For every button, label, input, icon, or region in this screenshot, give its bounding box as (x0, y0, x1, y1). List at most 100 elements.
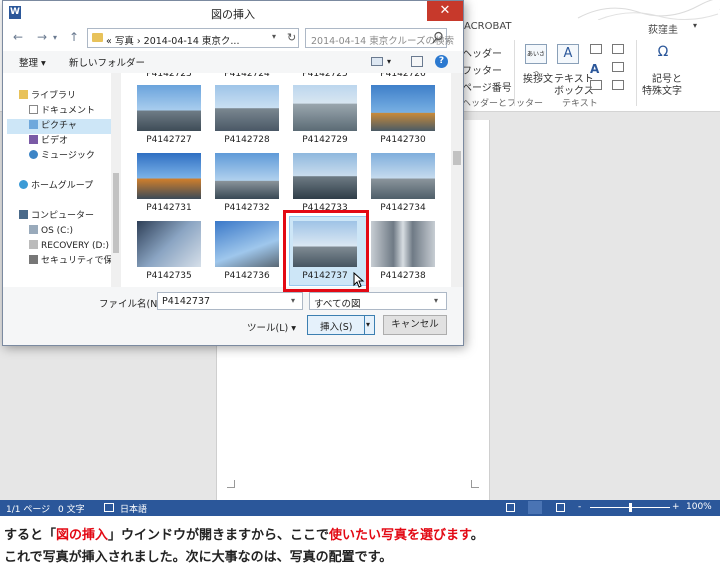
chevron-down-icon[interactable]: ▾ (291, 296, 295, 305)
word-count[interactable]: 0 文字 (58, 502, 85, 515)
close-button[interactable]: ✕ (427, 1, 463, 21)
nav-item-video[interactable]: ビデオ (29, 134, 68, 149)
header-menu[interactable]: ヘッダー (462, 45, 502, 60)
nav-item-documents[interactable]: ドキュメント (29, 104, 95, 119)
dropcap-icon[interactable] (590, 80, 602, 90)
zoom-level[interactable]: 100% (686, 502, 712, 512)
tab-acrobat[interactable]: ACROBAT (464, 21, 512, 32)
greeting-button[interactable]: 挨拶文 (523, 70, 553, 85)
organize-button[interactable]: 整理 ▾ (19, 55, 46, 69)
photo-thumbnail[interactable] (293, 153, 357, 199)
photo-thumbnail[interactable] (137, 153, 201, 199)
photo-thumbnail[interactable] (371, 221, 435, 267)
filename-value[interactable]: P4142737 (162, 296, 210, 307)
signature-icon[interactable] (612, 44, 624, 54)
file-scrollbar-thumb[interactable] (453, 151, 461, 165)
nav-scrollbar-thumb[interactable] (113, 173, 119, 253)
textbox-icon[interactable]: A (557, 44, 579, 64)
cancel-button[interactable]: キャンセル (383, 315, 447, 335)
dialog-titlebar[interactable]: W 図の挿入 ✕ (3, 1, 463, 25)
refresh-icon[interactable]: ↻ (287, 31, 296, 44)
print-layout-icon[interactable] (528, 501, 542, 514)
file-scrollbar[interactable] (451, 73, 463, 287)
proofing-icon[interactable] (104, 503, 114, 512)
file-name-label[interactable]: P4142730 (364, 135, 442, 145)
file-name-label[interactable]: P4142725 (286, 73, 364, 79)
photo-thumbnail[interactable] (371, 85, 435, 131)
wordart-icon[interactable]: A (590, 62, 599, 76)
user-name[interactable]: 荻窪圭 (648, 21, 678, 36)
nav-item-music[interactable]: ミュージック (29, 149, 95, 164)
tools-button[interactable]: ツール(L) ▾ (247, 320, 296, 334)
navigation-bar: ← → ▾ ↑ « 写真 › 2014-04-14 東京ク... ▾ ↻ 201… (3, 25, 463, 51)
help-icon[interactable]: ? (435, 55, 448, 68)
nav-item-recovery-drive[interactable]: RECOVERY (D:) (29, 239, 109, 254)
photo-thumbnail[interactable] (293, 85, 357, 131)
textbox-button-line2[interactable]: ボックス (554, 82, 594, 97)
photo-thumbnail[interactable] (215, 221, 279, 267)
file-name-label[interactable]: P4142732 (208, 203, 286, 213)
group-text: テキスト (562, 99, 598, 109)
filetype-select[interactable]: すべての図 ▾ (309, 292, 447, 310)
documents-icon (29, 105, 38, 114)
file-name-label[interactable]: P4142726 (364, 73, 442, 79)
nav-item-library[interactable]: ライブラリ (19, 89, 76, 104)
file-name-label[interactable]: P4142731 (130, 203, 208, 213)
photo-thumbnail[interactable] (137, 221, 201, 267)
greeting-icon[interactable]: あいさつ (525, 44, 547, 78)
zoom-slider-handle[interactable] (629, 503, 632, 512)
language[interactable]: 日本語 (120, 502, 147, 515)
address-path[interactable]: « 写真 › 2014-04-14 東京ク... (106, 33, 239, 47)
chevron-down-icon[interactable]: ▾ (693, 21, 697, 30)
file-name-label[interactable]: P4142729 (286, 135, 364, 145)
nav-item-homegroup[interactable]: ホームグループ (19, 179, 93, 194)
file-name-label[interactable]: P4142727 (130, 135, 208, 145)
filename-field[interactable]: P4142737 ▾ (157, 292, 303, 310)
file-name-label[interactable]: P4142736 (208, 271, 286, 281)
zoom-in-button[interactable]: + (672, 502, 680, 512)
filetype-value[interactable]: すべての図 (314, 296, 360, 310)
nav-item-pictures[interactable]: ピクチャ (29, 119, 77, 134)
file-name-label[interactable]: P4142734 (364, 203, 442, 213)
forward-arrow-icon[interactable]: → (37, 30, 47, 44)
chevron-down-icon[interactable]: ▾ (434, 296, 438, 305)
insert-button[interactable]: 挿入(S) ▾ (307, 315, 375, 335)
object-icon[interactable] (612, 80, 624, 90)
back-arrow-icon[interactable]: ← (13, 30, 23, 44)
symbol-button-line2[interactable]: 特殊文字 (642, 82, 682, 97)
address-bar[interactable]: « 写真 › 2014-04-14 東京ク... ▾ ↻ (87, 28, 299, 48)
nav-item-computer[interactable]: コンピューター (19, 209, 94, 224)
photo-thumbnail[interactable] (215, 153, 279, 199)
nav-item-secure-drive[interactable]: セキュリティで保護さ (29, 254, 111, 269)
nav-item-os-drive[interactable]: OS (C:) (29, 224, 73, 239)
chevron-down-icon[interactable]: ▾ (366, 320, 370, 329)
chevron-down-icon[interactable]: ▾ (387, 57, 391, 66)
omega-icon[interactable]: Ω (652, 44, 674, 64)
file-name-label[interactable]: P4142735 (130, 271, 208, 281)
page-number-menu[interactable]: ページ番号 (462, 79, 512, 94)
file-name-label[interactable]: P4142738 (364, 271, 442, 281)
preview-pane-icon[interactable] (411, 56, 423, 67)
file-name-label[interactable]: P4142728 (208, 135, 286, 145)
zoom-out-button[interactable]: - (578, 502, 581, 512)
file-name-label[interactable]: P4142724 (208, 73, 286, 79)
new-folder-button[interactable]: 新しいフォルダー (69, 55, 145, 69)
photo-thumbnail[interactable] (137, 85, 201, 131)
quickparts-icon[interactable] (590, 44, 602, 54)
datetime-icon[interactable] (612, 62, 624, 72)
file-name-label[interactable]: P4142723 (130, 73, 208, 79)
photo-thumbnail[interactable] (215, 85, 279, 131)
insert-button-label[interactable]: 挿入(S) (320, 319, 352, 333)
chevron-down-icon[interactable]: ▾ (53, 33, 57, 42)
chevron-down-icon[interactable]: ▾ (272, 32, 276, 41)
photo-thumbnail[interactable] (371, 153, 435, 199)
web-layout-icon[interactable] (556, 503, 565, 512)
caption-text: 。 (470, 528, 484, 543)
search-box[interactable]: 2014-04-14 東京クルーズの検索 (305, 28, 454, 48)
view-options-icon[interactable] (371, 57, 383, 66)
footer-menu[interactable]: フッター (462, 62, 502, 77)
search-icon[interactable] (432, 31, 444, 45)
read-mode-icon[interactable] (506, 503, 515, 512)
page-count[interactable]: 1/1 ページ (6, 502, 50, 515)
up-arrow-icon[interactable]: ↑ (69, 30, 79, 44)
